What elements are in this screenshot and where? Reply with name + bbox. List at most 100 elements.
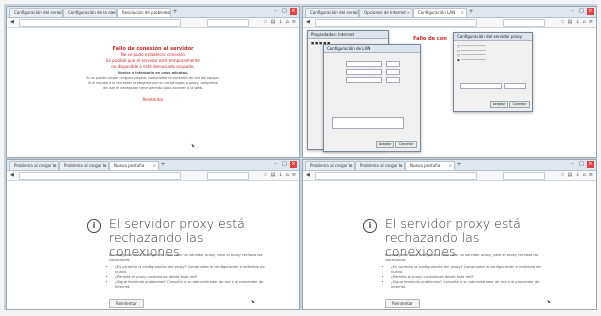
- proxy-port-field[interactable]: [386, 77, 400, 83]
- new-tab-button[interactable]: +: [455, 161, 463, 169]
- bookmarks-icon[interactable]: ▤: [271, 172, 276, 179]
- download-icon[interactable]: ↓: [575, 19, 579, 26]
- tab-active[interactable]: Resolución de problemas ×: [117, 8, 171, 17]
- new-tab-button[interactable]: +: [159, 161, 167, 169]
- tab[interactable]: Configuración de la conexión×: [63, 8, 117, 17]
- suggestion-item: ¿Es correcta la configuración del proxy?…: [391, 265, 550, 275]
- maximize-button[interactable]: □: [281, 161, 288, 168]
- close-icon[interactable]: ×: [407, 9, 410, 17]
- home-icon[interactable]: ⌂: [286, 19, 289, 26]
- address-bar[interactable]: www.google.com: [315, 19, 477, 36]
- proxy-port-field[interactable]: [504, 83, 526, 89]
- download-icon[interactable]: ↓: [278, 172, 282, 179]
- proxy-port-field[interactable]: [386, 69, 400, 75]
- suggestion-item: ¿Es correcta la configuración del proxy?…: [115, 265, 274, 275]
- ok-button[interactable]: Aceptar: [376, 141, 394, 148]
- retry-button[interactable]: Reintentar: [109, 299, 144, 308]
- proxy-address-field[interactable]: [346, 69, 382, 75]
- back-icon[interactable]: ◀: [10, 19, 14, 26]
- close-icon[interactable]: ×: [449, 162, 452, 170]
- tab[interactable]: Problema al cargar la página×: [305, 161, 355, 170]
- proxy-address-field[interactable]: [346, 61, 382, 67]
- error-heading: Fallo de con: [413, 36, 447, 42]
- close-icon[interactable]: ×: [399, 162, 402, 170]
- search-input[interactable]: Buscar: [207, 172, 249, 189]
- close-icon[interactable]: ×: [57, 9, 60, 17]
- bookmarks-icon[interactable]: ▤: [568, 172, 573, 179]
- close-icon[interactable]: ×: [111, 9, 114, 17]
- tab[interactable]: Problema al cargar la página×: [59, 161, 109, 170]
- close-window-button[interactable]: ×: [587, 161, 594, 168]
- close-icon[interactable]: ×: [353, 9, 356, 17]
- bookmarks-icon[interactable]: ▤: [271, 19, 276, 26]
- menu-icon[interactable]: ≡: [292, 172, 296, 179]
- star-icon[interactable]: ☆: [560, 19, 564, 26]
- back-icon[interactable]: ◀: [306, 19, 310, 26]
- tab[interactable]: Problema al cargar la página×: [9, 161, 59, 170]
- tab-active[interactable]: Nueva pestaña ×: [109, 161, 159, 170]
- browser-window-bottom-left: Problema al cargar la página× Problema a…: [6, 159, 300, 310]
- tab[interactable]: Configuración del servidor proxy×: [9, 8, 63, 17]
- close-icon[interactable]: ×: [165, 9, 168, 17]
- maximize-button[interactable]: □: [578, 161, 585, 168]
- close-icon[interactable]: ×: [461, 9, 464, 17]
- home-icon[interactable]: ⌂: [583, 172, 586, 179]
- maximize-button[interactable]: □: [578, 8, 585, 15]
- proxy-host-field[interactable]: [460, 83, 502, 89]
- tab-label: Problema al cargar la página: [360, 163, 404, 168]
- tab[interactable]: Configuración del servidor proxy×: [305, 8, 359, 17]
- retry-link[interactable]: Reintentar: [63, 97, 243, 103]
- minimize-button[interactable]: –: [569, 161, 576, 168]
- menu-icon[interactable]: ≡: [589, 172, 593, 179]
- new-tab-button[interactable]: +: [171, 8, 179, 16]
- cancel-button[interactable]: Cancelar: [395, 141, 417, 148]
- close-window-button[interactable]: ×: [290, 8, 297, 15]
- lan-settings-dialog: Configuración de LAN Aceptar Cancelar: [323, 44, 421, 152]
- cancel-button[interactable]: Cancelar: [509, 101, 530, 108]
- bookmarks-icon[interactable]: ▤: [568, 19, 573, 26]
- menu-icon[interactable]: ≡: [589, 19, 593, 26]
- home-icon[interactable]: ⌂: [286, 172, 289, 179]
- star-icon[interactable]: ☆: [263, 19, 267, 26]
- suggestion-item: ¿Sigue teniendo problemas? Consulte a su…: [391, 280, 550, 290]
- window-controls: – □ ×: [272, 160, 297, 169]
- page-content: Fallo de conexión al servidor No se pudo…: [7, 28, 299, 157]
- close-icon[interactable]: ×: [53, 162, 56, 170]
- minimize-button[interactable]: –: [272, 161, 279, 168]
- ok-button[interactable]: Aceptar: [490, 101, 508, 108]
- close-icon[interactable]: ×: [153, 162, 156, 170]
- minimize-button[interactable]: –: [569, 8, 576, 15]
- maximize-button[interactable]: □: [281, 8, 288, 15]
- search-input[interactable]: Buscar: [503, 19, 545, 36]
- back-icon[interactable]: ◀: [10, 172, 14, 179]
- new-tab-button[interactable]: +: [467, 8, 475, 16]
- proxy-port-field[interactable]: [386, 61, 400, 67]
- proxy-address-field[interactable]: [346, 77, 382, 83]
- address-bar[interactable]: www.google.com: [19, 172, 181, 189]
- page-content: i El servidor proxy está rechazando las …: [303, 181, 596, 309]
- page-content: Fallo de con Propiedades: Internet ■ ■ ■…: [303, 28, 596, 157]
- tab-active[interactable]: Nueva pestaña ×: [405, 161, 455, 170]
- download-icon[interactable]: ↓: [278, 19, 282, 26]
- star-icon[interactable]: ☆: [560, 172, 564, 179]
- search-input[interactable]: Buscar: [503, 172, 545, 189]
- tab-active[interactable]: Configuración LAN ×: [413, 8, 467, 17]
- address-bar[interactable]: www.google.com: [315, 172, 477, 189]
- close-window-button[interactable]: ×: [587, 8, 594, 15]
- star-icon[interactable]: ☆: [263, 172, 267, 179]
- close-icon[interactable]: ×: [349, 162, 352, 170]
- address-bar[interactable]: www.google.com: [19, 19, 181, 36]
- tab[interactable]: Problema al cargar la página×: [355, 161, 405, 170]
- back-icon[interactable]: ◀: [306, 172, 310, 179]
- close-window-button[interactable]: ×: [290, 161, 297, 168]
- retry-button[interactable]: Reintentar: [385, 299, 420, 308]
- search-input[interactable]: Buscar: [207, 19, 249, 36]
- menu-icon[interactable]: ≡: [292, 19, 296, 26]
- tab-label: Opciones de Internet: [364, 10, 406, 15]
- download-icon[interactable]: ↓: [575, 172, 579, 179]
- tab[interactable]: Opciones de Internet ×: [359, 8, 413, 17]
- exceptions-field[interactable]: [332, 117, 404, 129]
- minimize-button[interactable]: –: [272, 8, 279, 15]
- home-icon[interactable]: ⌂: [583, 19, 586, 26]
- close-icon[interactable]: ×: [103, 162, 106, 170]
